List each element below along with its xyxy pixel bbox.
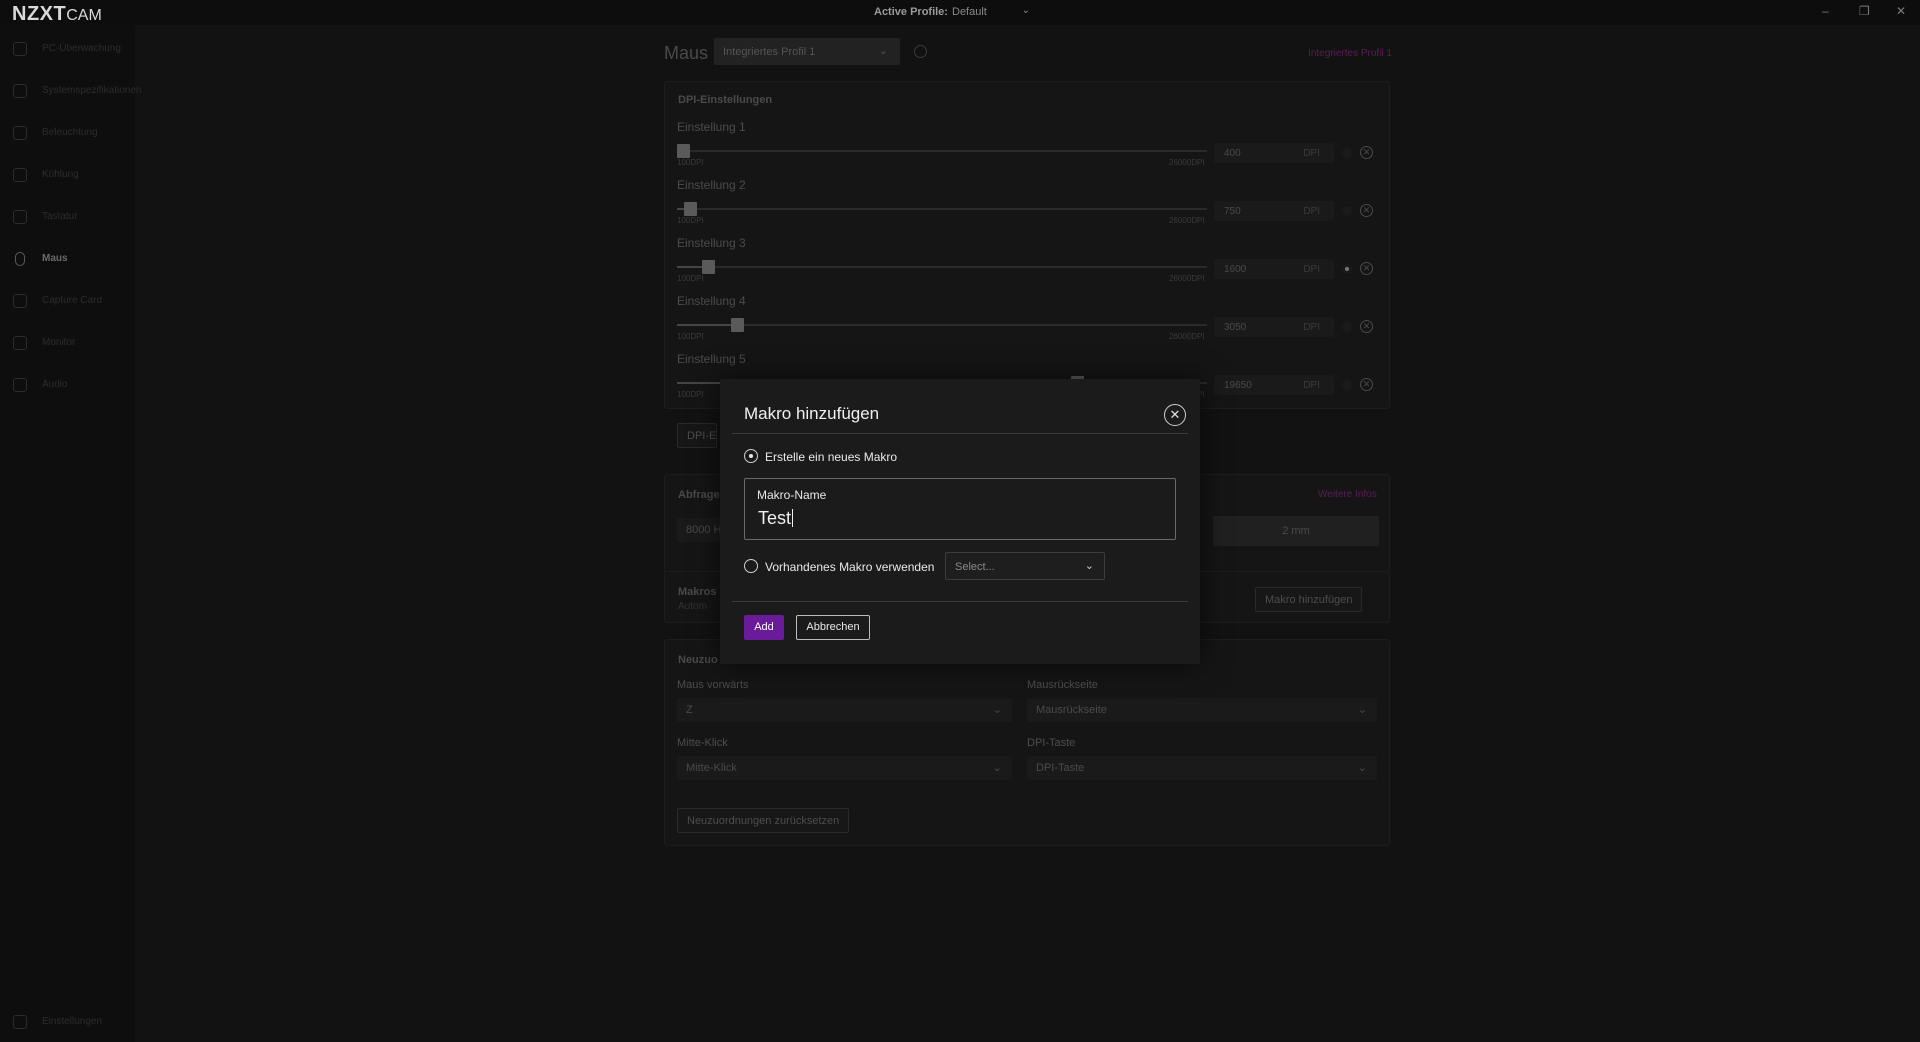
dialog-title: Makro hinzufügen — [744, 404, 880, 423]
radio-new-macro-label: Erstelle ein neues Makro — [765, 450, 898, 464]
add-button[interactable]: Add — [744, 615, 784, 640]
chevron-down-icon: ⌄ — [1084, 560, 1094, 572]
radio-new-macro[interactable] — [744, 449, 758, 463]
add-macro-dialog: Makro hinzufügen ✕ Erstelle ein neues Ma… — [720, 379, 1200, 664]
radio-existing-macro[interactable] — [744, 559, 758, 573]
divider — [732, 601, 1188, 602]
text-caret — [792, 509, 794, 527]
macro-name-field[interactable]: Makro-Name Test — [744, 478, 1176, 540]
radio-existing-macro-label: Vorhandenes Makro verwenden — [765, 560, 935, 574]
cancel-button[interactable]: Abbrechen — [796, 615, 870, 640]
macro-name-input[interactable]: Test — [758, 508, 791, 528]
divider — [732, 433, 1188, 434]
close-icon: ✕ — [1169, 407, 1181, 422]
existing-macro-select[interactable]: Select... ⌄ — [945, 552, 1105, 580]
close-dialog-button[interactable]: ✕ — [1164, 404, 1186, 426]
macro-name-label: Makro-Name — [757, 488, 827, 502]
existing-macro-placeholder: Select... — [955, 561, 995, 573]
